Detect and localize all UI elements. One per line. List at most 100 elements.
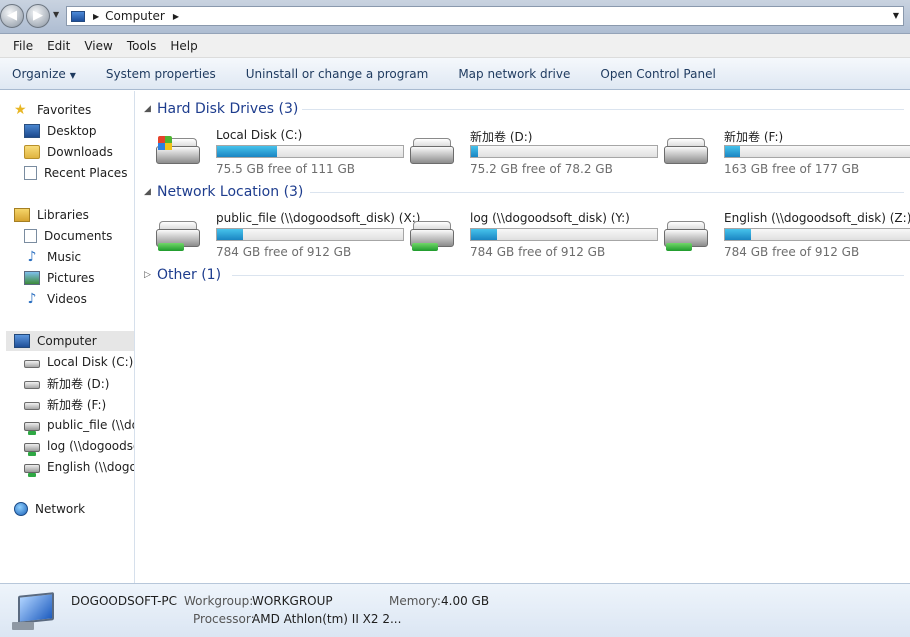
downloads-folder-icon <box>24 145 40 159</box>
group-divider <box>232 275 904 276</box>
drive-tile-c[interactable]: Local Disk (C:) 75.5 GB free of 111 GB <box>146 124 404 180</box>
free-space: 75.2 GB free of 78.2 GB <box>470 162 613 176</box>
nav-local-disk-c[interactable]: Local Disk (C:) <box>24 352 133 372</box>
nav-label: log (\\dogoodso <box>47 439 135 453</box>
open-control-panel-button[interactable]: Open Control Panel <box>585 67 730 81</box>
menu-file[interactable]: File <box>6 39 40 53</box>
nav-desktop[interactable]: Desktop <box>24 121 97 141</box>
nav-label: Music <box>47 250 82 264</box>
documents-icon <box>24 229 37 243</box>
network-drive-icon <box>156 219 200 251</box>
nav-videos[interactable]: ♪ Videos <box>24 289 87 309</box>
nav-label: Local Disk (C:) <box>47 355 134 369</box>
drive-tile-d[interactable]: 新加卷 (D:) 75.2 GB free of 78.2 GB <box>400 124 658 180</box>
network-drive-icon <box>664 219 708 251</box>
nav-label: Videos <box>47 292 87 306</box>
computer-icon <box>71 10 85 22</box>
net-drive-tile-z[interactable]: English (\\dogoodsoft_disk) (Z:) 784 GB … <box>654 207 910 263</box>
nav-label: Computer <box>37 334 97 348</box>
usage-bar-fill <box>471 146 479 157</box>
memory-value: 4.00 GB <box>441 594 490 608</box>
group-other[interactable]: ▷ Other (1) <box>144 265 904 285</box>
system-properties-button[interactable]: System properties <box>91 67 231 81</box>
nav-label: Downloads <box>47 145 113 159</box>
chevron-right-icon[interactable]: ▶ <box>93 12 99 21</box>
drive-name: log (\\dogoodsoft_disk) (Y:) <box>470 211 630 225</box>
nav-label: Libraries <box>37 208 89 222</box>
group-title: Other (1) <box>157 267 222 283</box>
drive-tile-f[interactable]: 新加卷 (F:) 163 GB free of 177 GB <box>654 124 910 180</box>
nav-favorites[interactable]: ★ Favorites <box>14 100 91 120</box>
navigation-pane[interactable]: ★ Favorites Desktop Downloads Recent Pla… <box>0 91 135 583</box>
nav-network[interactable]: Network <box>14 499 85 519</box>
processor-label: Processor: <box>193 612 255 626</box>
nav-public-file[interactable]: public_file (\\dog <box>24 415 134 435</box>
pc-name: DOGOODSOFT-PC <box>71 594 178 608</box>
usage-bar-fill <box>471 229 498 240</box>
chevron-right-icon[interactable]: ▶ <box>173 12 179 21</box>
nav-libraries[interactable]: Libraries <box>14 205 89 225</box>
nav-label: Recent Places <box>44 166 128 180</box>
map-network-drive-button[interactable]: Map network drive <box>443 67 585 81</box>
nav-label: public_file (\\dog <box>47 418 134 432</box>
net-drive-tile-x[interactable]: public_file (\\dogoodsoft_disk) (X:) 784… <box>146 207 420 263</box>
recent-pages-dropdown[interactable]: ▼ <box>53 10 59 19</box>
nav-pictures[interactable]: Pictures <box>24 268 95 288</box>
free-space: 784 GB free of 912 GB <box>724 245 860 259</box>
forward-button[interactable]: ▶ <box>26 4 50 28</box>
nav-recent-places[interactable]: Recent Places <box>24 163 127 183</box>
uninstall-program-button[interactable]: Uninstall or change a program <box>231 67 444 81</box>
network-icon <box>14 502 28 516</box>
net-drive-tile-y[interactable]: log (\\dogoodsoft_disk) (Y:) 784 GB free… <box>400 207 658 263</box>
back-button[interactable]: ◀ <box>0 4 24 28</box>
group-network-location[interactable]: ◢ Network Location (3) <box>144 182 904 202</box>
menu-help[interactable]: Help <box>163 39 204 53</box>
nav-log[interactable]: log (\\dogoodso <box>24 436 135 456</box>
menu-view[interactable]: View <box>77 39 119 53</box>
free-space: 75.5 GB free of 111 GB <box>216 162 355 176</box>
menu-bar: File Edit View Tools Help <box>0 34 910 58</box>
windows-drive-icon <box>24 360 40 368</box>
nav-drive-d[interactable]: 新加卷 (D:) <box>24 373 109 393</box>
menu-edit[interactable]: Edit <box>40 39 77 53</box>
address-box[interactable]: ▶ Computer ▶ ▼ <box>66 6 904 26</box>
nav-label: Pictures <box>47 271 95 285</box>
hard-drive-icon <box>24 402 40 410</box>
content-pane[interactable]: ◢ Hard Disk Drives (3) Local Disk (C:) 7… <box>136 91 910 583</box>
nav-music[interactable]: ♪ Music <box>24 247 82 267</box>
collapse-triangle-icon[interactable]: ◢ <box>144 187 157 197</box>
nav-computer[interactable]: Computer <box>6 331 134 351</box>
videos-icon: ♪ <box>27 291 37 307</box>
memory-label: Memory: <box>389 594 441 608</box>
group-divider <box>302 109 904 110</box>
free-space: 163 GB free of 177 GB <box>724 162 860 176</box>
menu-tools[interactable]: Tools <box>120 39 164 53</box>
collapse-triangle-icon[interactable]: ◢ <box>144 104 157 114</box>
drive-name: public_file (\\dogoodsoft_disk) (X:) <box>216 211 421 225</box>
usage-bar <box>216 145 404 158</box>
network-drive-icon <box>24 421 40 435</box>
nav-downloads[interactable]: Downloads <box>24 142 113 162</box>
group-hard-disk-drives[interactable]: ◢ Hard Disk Drives (3) <box>144 99 904 119</box>
usage-bar-fill <box>217 229 244 240</box>
libraries-icon <box>14 208 30 222</box>
usage-bar <box>724 228 910 241</box>
breadcrumb-computer[interactable]: Computer <box>105 9 165 23</box>
processor-value: AMD Athlon(tm) II X2 2... <box>252 612 402 626</box>
hard-drive-icon <box>410 136 454 168</box>
nav-label: English (\\dogoc <box>47 460 135 474</box>
nav-documents[interactable]: Documents <box>24 226 112 246</box>
expand-triangle-icon[interactable]: ▷ <box>144 270 157 280</box>
workgroup-value: WORKGROUP <box>252 594 333 608</box>
hard-drive-icon <box>24 381 40 389</box>
usage-bar <box>216 228 404 241</box>
usage-bar-fill <box>725 229 752 240</box>
organize-button[interactable]: Organize ▼ <box>0 67 91 81</box>
nav-drive-f[interactable]: 新加卷 (F:) <box>24 394 106 414</box>
group-divider <box>310 192 904 193</box>
recent-places-icon <box>24 166 37 180</box>
chevron-down-icon[interactable]: ▼ <box>893 11 899 20</box>
nav-english[interactable]: English (\\dogoc <box>24 457 135 477</box>
usage-bar-fill <box>725 146 740 157</box>
drive-name: 新加卷 (D:) <box>470 130 533 144</box>
